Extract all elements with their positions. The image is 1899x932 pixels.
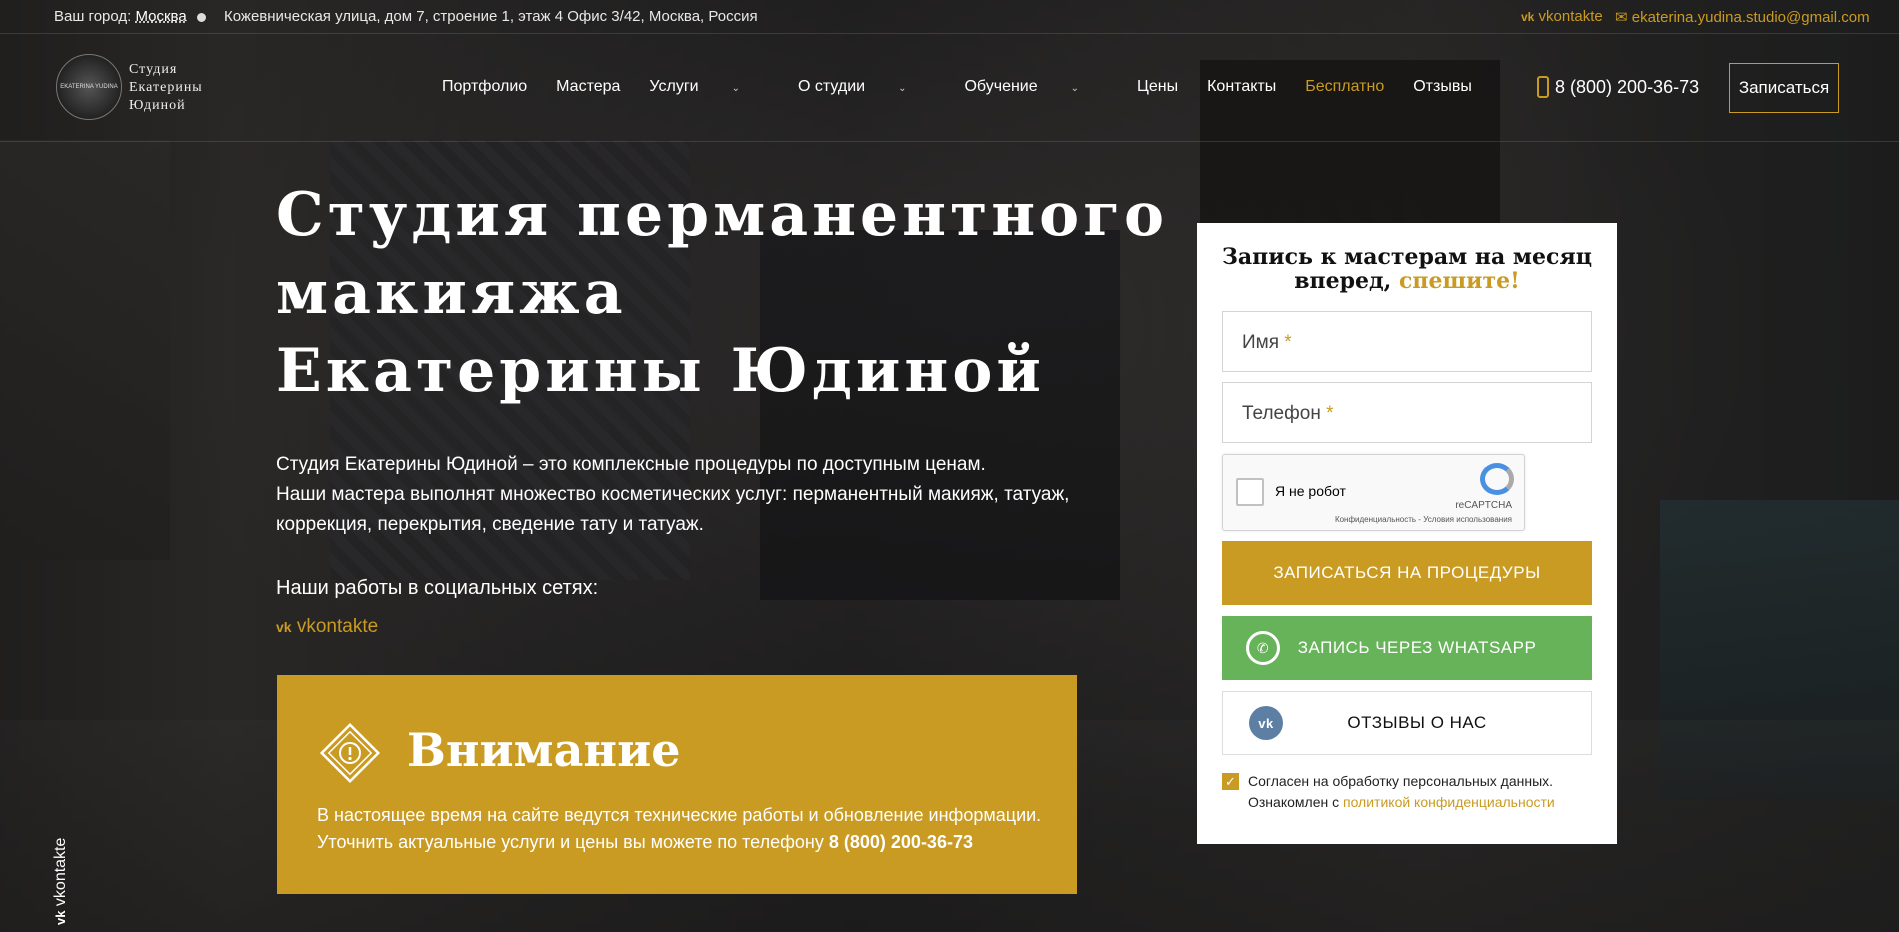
vk-icon: vk [1521,10,1535,24]
social-vk-label: vkontakte [296,616,379,637]
chevron-down-icon: ⌄ [731,83,740,94]
logo-text[interactable]: Студия Екатерины Юдиной [129,61,203,115]
nav-about[interactable]: О студии ⌄ [798,78,935,96]
name-placeholder: Имя [1242,332,1280,353]
header-phone-number: 8 (800) 200-36-73 [1555,76,1700,97]
recaptcha-widget: Я не робот reCAPTCHA Конфиденциальность … [1222,454,1525,531]
notice-line-2: Уточнить актуальные услуги и цены вы мож… [317,832,824,852]
notice-box: Внимание В настоящее время на сайте веду… [277,675,1077,894]
signup-button[interactable]: Записаться [1729,63,1839,113]
top-vk-label: vkontakte [1538,8,1603,25]
required-mark: * [1326,403,1334,424]
privacy-policy-link[interactable]: политикой конфиденциальности [1343,794,1555,810]
nav-training[interactable]: Обучение ⌄ [964,78,1108,96]
nav-masters[interactable]: Мастера [556,78,620,96]
address: Кожевническая улица, дом 7, строение 1, … [224,8,758,25]
city-selector[interactable]: Ваш город: Москва [54,8,206,25]
title-line-3: Екатерины Юдиной [276,336,1045,406]
mail-icon: ✉ [1615,9,1628,26]
recaptcha-label: Я не робот [1275,483,1346,499]
notice-line-1: В настоящее время на сайте ведутся техни… [317,805,1042,825]
vk-icon: vk [276,619,292,635]
top-email-link[interactable]: ✉ ekaterina.yudina.studio@gmail.com [1615,8,1870,26]
chevron-down-icon: ⌄ [1070,83,1080,94]
reviews-button[interactable]: vk ОТЗЫВЫ О НАС [1222,691,1592,755]
notice-phone[interactable]: 8 (800) 200-36-73 [829,832,973,852]
info-dot-icon[interactable] [196,12,206,22]
recaptcha-checkbox[interactable] [1236,478,1264,506]
recaptcha-terms[interactable]: Конфиденциальность - Условия использован… [1335,515,1512,524]
top-bar: Ваш город: Москва Кожевническая улица, д… [0,0,1899,34]
notice-text: В настоящее время на сайте ведутся техни… [317,802,1057,856]
logo-line-2: Екатерины [129,80,203,95]
consent-line-1: Согласен на обработку персональных данны… [1248,773,1554,789]
city-label: Ваш город: [54,8,132,25]
form-title-accent: спешите! [1399,268,1520,294]
whatsapp-icon: ✆ [1246,631,1280,665]
page-title: Студия перманентного макияжа Екатерины Ю… [276,176,1176,410]
title-line-2: макияжа [276,258,627,328]
desc-line-3: коррекция, перекрытия, сведение тату и т… [276,514,704,535]
nav-about-label: О студии [798,78,866,95]
nav-free[interactable]: Бесплатно [1305,78,1384,96]
main-header: EKATERINA YUDINA Студия Екатерины Юдиной… [0,34,1899,142]
side-vk-link[interactable]: vk vkontakte [52,838,70,925]
top-vk-link[interactable]: vk vkontakte [1521,8,1603,25]
required-mark: * [1284,332,1292,353]
form-title: Запись к мастерам на месяц вперед, спеши… [1217,245,1597,293]
vk-icon: vk [53,910,68,925]
social-title: Наши работы в социальных сетях: [276,577,599,599]
submit-procedures-button[interactable]: ЗАПИСАТЬСЯ НА ПРОЦЕДУРЫ [1222,541,1592,605]
nav-portfolio[interactable]: Портфолио [442,78,527,96]
desc-line-1: Студия Екатерины Юдиной – это комплексны… [276,454,986,475]
vk-icon: vk [1249,706,1283,740]
nav-services-label: Услуги [649,78,699,95]
logo-line-3: Юдиной [129,98,186,113]
phone-field[interactable]: Телефон * [1222,382,1592,443]
nav-services[interactable]: Услуги ⌄ [649,78,769,96]
recaptcha-brand: reCAPTCHA [1455,500,1512,511]
warning-icon [319,722,381,784]
phone-icon [1537,76,1549,98]
consent-line-2: Ознакомлен с [1248,794,1340,810]
logo-emblem[interactable]: EKATERINA YUDINA [56,54,122,120]
nav-prices[interactable]: Цены [1137,78,1178,96]
city-link[interactable]: Москва [135,8,186,25]
top-email-label: ekaterina.yudina.studio@gmail.com [1631,9,1870,26]
nav-reviews[interactable]: Отзывы [1413,78,1472,96]
recaptcha-logo-icon [1480,463,1514,495]
reviews-label: ОТЗЫВЫ О НАС [1347,713,1487,732]
logo-badge-text: EKATERINA YUDINA [60,84,118,90]
side-vk-label: vkontakte [52,837,69,907]
consent-checkbox[interactable]: ✓ [1222,773,1239,790]
name-field[interactable]: Имя * [1222,311,1592,372]
whatsapp-label: ЗАПИСЬ ЧЕРЕЗ WHATSAPP [1297,638,1537,657]
consent-block: ✓ Согласен на обработку персональных дан… [1222,771,1602,813]
logo-line-1: Студия [129,62,178,77]
nav-contacts[interactable]: Контакты [1207,78,1276,96]
hero-description: Студия Екатерины Юдиной – это комплексны… [276,450,1136,540]
nav-training-label: Обучение [964,78,1038,95]
desc-line-2: Наши мастера выполнят множество косметич… [276,484,1070,505]
notice-title: Внимание [407,723,681,777]
booking-form: Запись к мастерам на месяц вперед, спеши… [1197,223,1617,844]
main-nav: Портфолио Мастера Услуги ⌄ О студии ⌄ Обуч… [442,78,1501,96]
chevron-down-icon: ⌄ [898,83,907,94]
title-line-1: Студия перманентного [276,180,1168,250]
whatsapp-button[interactable]: ✆ ЗАПИСЬ ЧЕРЕЗ WHATSAPP [1222,616,1592,680]
phone-placeholder: Телефон [1242,403,1321,424]
header-phone[interactable]: 8 (800) 200-36-73 [1537,76,1699,98]
social-vk-link[interactable]: vk vkontakte [276,616,378,638]
